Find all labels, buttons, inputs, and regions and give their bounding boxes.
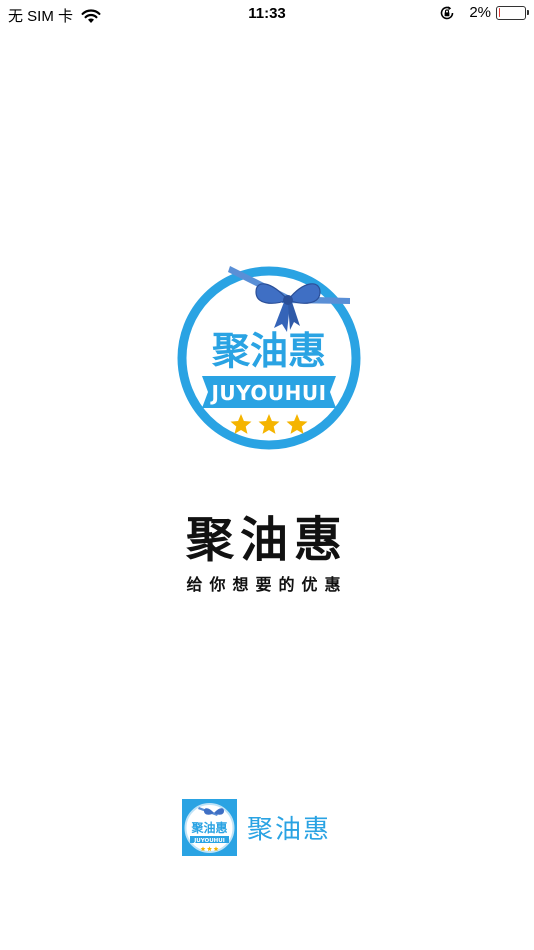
battery-fill (498, 8, 501, 17)
orientation-lock-icon (441, 5, 454, 19)
footer-logo-cn-text: 聚油惠 (190, 820, 227, 835)
footer-brand: 聚油惠 JUYOUHUI 聚油惠 (182, 798, 331, 856)
status-right: 2% (439, 4, 529, 21)
footer-name: 聚油惠 (247, 814, 332, 845)
footer-logo: 聚油惠 JUYOUHUI (182, 798, 237, 856)
logo-cn-text: 聚油惠 (211, 329, 326, 373)
logo-en-text: JUYOUHUI (209, 381, 326, 405)
battery-percent: 2% (469, 4, 491, 21)
app-title: 聚油惠 (185, 512, 348, 568)
footer-logo-en-text: JUYOUHUI (193, 838, 225, 844)
battery-icon (496, 5, 529, 20)
app-logo: 聚油惠 JUYOUHUI (177, 266, 361, 450)
app-slogan: 给你想要的优惠 (186, 575, 348, 594)
status-bar: 无 SIM 卡 11:33 2% (0, 0, 534, 28)
